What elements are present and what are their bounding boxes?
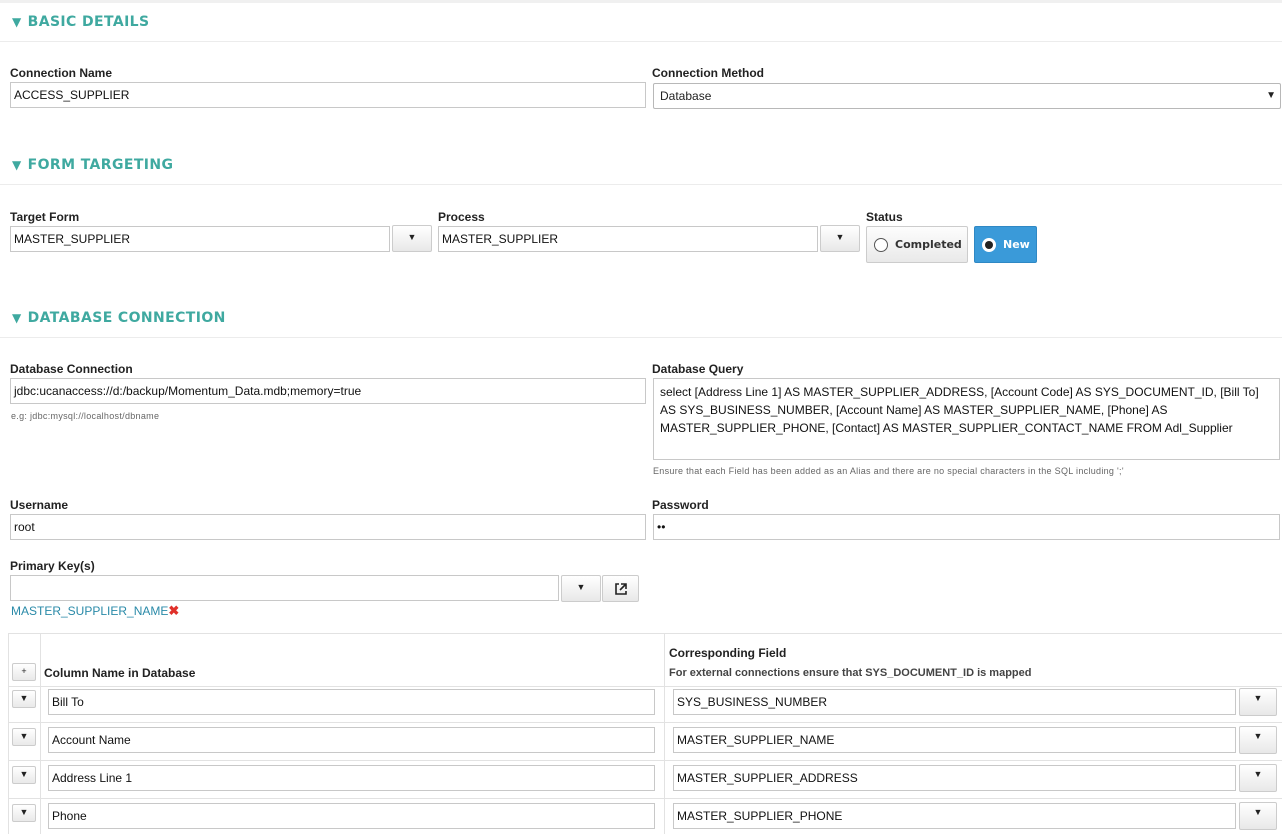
target-form-input[interactable]: MASTER_SUPPLIER [10,226,390,252]
collapse-triangle-icon: ▼ [12,158,22,172]
caret-down-icon: ▼ [576,582,586,592]
connection-name-input[interactable]: ACCESS_SUPPLIER [10,82,646,108]
status-completed-button[interactable]: Completed [866,226,968,263]
username-input[interactable]: root [10,514,646,540]
add-row-button[interactable]: + [12,663,36,681]
connection-method-select[interactable]: Database ▼ [653,83,1281,109]
row-field-dropdown-button[interactable]: ▼ [1239,688,1277,716]
section-basic-details[interactable]: ▼ BASIC DETAILS [12,14,149,30]
password-input[interactable]: •• [653,514,1280,540]
divider [0,184,1282,185]
row-field-dropdown-button[interactable]: ▼ [1239,764,1277,792]
primary-key-tag[interactable]: MASTER_SUPPLIER_NAME✖ [11,603,179,619]
caret-down-icon: ▼ [1253,731,1263,741]
primary-keys-label: Primary Key(s) [10,559,95,573]
row-menu-button[interactable]: ▼ [12,690,36,708]
target-form-dropdown-button[interactable]: ▼ [392,225,432,252]
grid-border-left [8,633,9,834]
connection-name-label: Connection Name [10,66,113,80]
row-field-input[interactable]: MASTER_SUPPLIER_ADDRESS [673,765,1236,791]
top-border [0,0,1282,3]
caret-down-icon: ▼ [19,807,29,817]
caret-down-icon: ▼ [1253,693,1263,703]
collapse-triangle-icon: ▼ [12,311,22,325]
column-name-header: Column Name in Database [44,666,196,680]
caret-down-icon: ▼ [407,232,417,242]
process-input[interactable]: MASTER_SUPPLIER [438,226,818,252]
primary-keys-dropdown-button[interactable]: ▼ [561,575,601,602]
caret-down-icon: ▼ [19,731,29,741]
password-label: Password [652,498,709,512]
row-field-input[interactable]: MASTER_SUPPLIER_PHONE [673,803,1236,829]
row-field-input[interactable]: MASTER_SUPPLIER_NAME [673,727,1236,753]
corresponding-field-header: Corresponding Field [669,646,787,660]
section-database-connection[interactable]: ▼ DATABASE CONNECTION [12,310,226,326]
status-label: Status [866,210,903,224]
caret-down-icon: ▼ [1253,769,1263,779]
database-connection-hint: e.g: jdbc:mysql://localhost/dbname [11,411,160,421]
row-menu-button[interactable]: ▼ [12,804,36,822]
caret-down-icon: ▼ [19,769,29,779]
row-field-dropdown-button[interactable]: ▼ [1239,726,1277,754]
row-menu-button[interactable]: ▼ [12,766,36,784]
process-label: Process [438,210,485,224]
row-column-input[interactable]: Bill To [48,689,655,715]
caret-down-icon: ▼ [835,232,845,242]
grid-header-divider [8,686,1282,687]
row-divider [8,722,1282,723]
grid-col-divider [664,633,665,834]
divider [0,337,1282,338]
grid-border-top [8,633,1282,634]
caret-down-icon: ▼ [1253,807,1263,817]
status-new-button[interactable]: New [974,226,1037,263]
database-query-hint: Ensure that each Field has been added as… [653,466,1124,476]
database-query-label: Database Query [652,362,744,376]
remove-x-icon[interactable]: ✖ [168,603,179,618]
row-divider [8,798,1282,799]
database-connection-label: Database Connection [10,362,133,376]
database-connection-input[interactable]: jdbc:ucanaccess://d:/backup/Momentum_Dat… [10,378,646,404]
username-label: Username [10,498,69,512]
radio-unchecked-icon [874,237,888,252]
divider [0,41,1282,42]
primary-keys-input[interactable] [10,575,559,601]
row-column-input[interactable]: Account Name [48,727,655,753]
grid-col-divider [40,633,41,834]
collapse-triangle-icon: ▼ [12,15,22,29]
primary-keys-open-button[interactable] [602,575,639,602]
row-field-dropdown-button[interactable]: ▼ [1239,802,1277,830]
corresponding-field-subheader: For external connections ensure that SYS… [669,667,1032,679]
row-field-input[interactable]: SYS_BUSINESS_NUMBER [673,689,1236,715]
external-link-icon [614,583,627,595]
process-dropdown-button[interactable]: ▼ [820,225,860,252]
row-menu-button[interactable]: ▼ [12,728,36,746]
row-column-input[interactable]: Address Line 1 [48,765,655,791]
radio-checked-icon [982,237,996,252]
database-query-textarea[interactable]: select [Address Line 1] AS MASTER_SUPPLI… [653,378,1280,460]
row-column-input[interactable]: Phone [48,803,655,829]
chevron-down-icon: ▼ [1266,90,1276,101]
connection-method-label: Connection Method [652,66,764,80]
target-form-label: Target Form [10,210,80,224]
section-form-targeting[interactable]: ▼ FORM TARGETING [12,157,173,173]
row-divider [8,760,1282,761]
caret-down-icon: ▼ [19,693,29,703]
